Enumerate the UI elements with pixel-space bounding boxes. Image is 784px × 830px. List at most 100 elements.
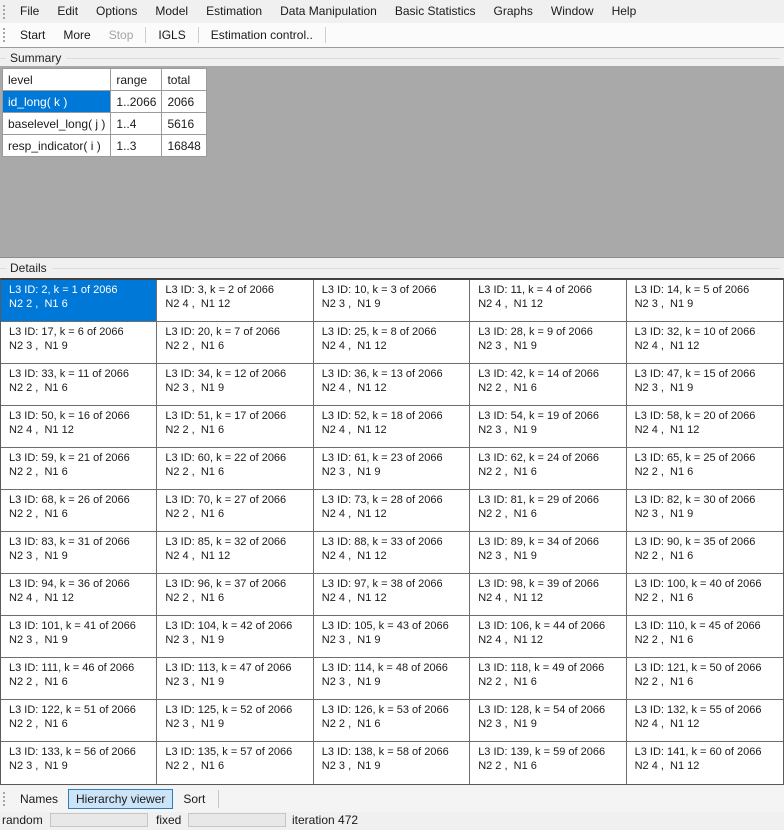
hierarchy-cell[interactable]: L3 ID: 59, k = 21 of 2066N2 2 , N1 6 [1, 448, 157, 490]
cell-line1: L3 ID: 132, k = 55 of 2066 [635, 703, 781, 717]
hierarchy-cell[interactable]: L3 ID: 33, k = 11 of 2066N2 2 , N1 6 [1, 364, 157, 406]
hierarchy-cell[interactable]: L3 ID: 51, k = 17 of 2066N2 2 , N1 6 [157, 406, 313, 448]
cell-line2: N2 2 , N1 6 [9, 381, 154, 395]
hierarchy-cell[interactable]: L3 ID: 126, k = 53 of 2066N2 2 , N1 6 [314, 700, 470, 742]
hierarchy-cell[interactable]: L3 ID: 98, k = 39 of 2066N2 4 , N1 12 [470, 574, 626, 616]
tab-hierarchy-viewer[interactable]: Hierarchy viewer [68, 789, 173, 809]
menu-model[interactable]: Model [146, 0, 197, 23]
summary-cell-range[interactable]: 1..3 [111, 135, 162, 157]
hierarchy-cell[interactable]: L3 ID: 88, k = 33 of 2066N2 4 , N1 12 [314, 532, 470, 574]
hierarchy-cell[interactable]: L3 ID: 70, k = 27 of 2066N2 2 , N1 6 [157, 490, 313, 532]
cell-line1: L3 ID: 62, k = 24 of 2066 [478, 451, 623, 465]
menu-options[interactable]: Options [87, 0, 146, 23]
hierarchy-cell[interactable]: L3 ID: 100, k = 40 of 2066N2 2 , N1 6 [627, 574, 783, 616]
cell-line2: N2 3 , N1 9 [9, 633, 154, 647]
toolbar-more[interactable]: More [54, 28, 99, 42]
hierarchy-cell[interactable]: L3 ID: 34, k = 12 of 2066N2 3 , N1 9 [157, 364, 313, 406]
summary-cell-range[interactable]: 1..2066 [111, 91, 162, 113]
summary-cell-total[interactable]: 2066 [162, 91, 206, 113]
hierarchy-cell[interactable]: L3 ID: 73, k = 28 of 2066N2 4 , N1 12 [314, 490, 470, 532]
summary-cell-total[interactable]: 16848 [162, 135, 206, 157]
hierarchy-cell[interactable]: L3 ID: 61, k = 23 of 2066N2 3 , N1 9 [314, 448, 470, 490]
hierarchy-cell[interactable]: L3 ID: 89, k = 34 of 2066N2 3 , N1 9 [470, 532, 626, 574]
summary-cell-level[interactable]: id_long( k ) [3, 91, 111, 113]
menu-graphs[interactable]: Graphs [485, 0, 542, 23]
menu-edit[interactable]: Edit [48, 0, 87, 23]
hierarchy-cell[interactable]: L3 ID: 81, k = 29 of 2066N2 2 , N1 6 [470, 490, 626, 532]
cell-line1: L3 ID: 25, k = 8 of 2066 [322, 325, 467, 339]
menu-basic-statistics[interactable]: Basic Statistics [386, 0, 485, 23]
hierarchy-cell[interactable]: L3 ID: 90, k = 35 of 2066N2 2 , N1 6 [627, 532, 783, 574]
hierarchy-cell[interactable]: L3 ID: 101, k = 41 of 2066N2 3 , N1 9 [1, 616, 157, 658]
hierarchy-cell[interactable]: L3 ID: 20, k = 7 of 2066N2 2 , N1 6 [157, 322, 313, 364]
hierarchy-cell[interactable]: L3 ID: 60, k = 22 of 2066N2 2 , N1 6 [157, 448, 313, 490]
tab-sort[interactable]: Sort [175, 789, 213, 809]
cell-line2: N2 3 , N1 9 [9, 759, 154, 773]
cell-line2: N2 4 , N1 12 [9, 591, 154, 605]
hierarchy-cell[interactable]: L3 ID: 105, k = 43 of 2066N2 3 , N1 9 [314, 616, 470, 658]
summary-cell-range[interactable]: 1..4 [111, 113, 162, 135]
hierarchy-cell[interactable]: L3 ID: 132, k = 55 of 2066N2 4 , N1 12 [627, 700, 783, 742]
hierarchy-cell[interactable]: L3 ID: 94, k = 36 of 2066N2 4 , N1 12 [1, 574, 157, 616]
menu-window[interactable]: Window [542, 0, 603, 23]
hierarchy-cell[interactable]: L3 ID: 58, k = 20 of 2066N2 4 , N1 12 [627, 406, 783, 448]
hierarchy-cell[interactable]: L3 ID: 139, k = 59 of 2066N2 2 , N1 6 [470, 742, 626, 784]
hierarchy-cell[interactable]: L3 ID: 3, k = 2 of 2066N2 4 , N1 12 [157, 280, 313, 322]
summary-cell-level[interactable]: resp_indicator( i ) [3, 135, 111, 157]
tab-names[interactable]: Names [12, 789, 66, 809]
hierarchy-cell[interactable]: L3 ID: 135, k = 57 of 2066N2 2 , N1 6 [157, 742, 313, 784]
hierarchy-cell[interactable]: L3 ID: 36, k = 13 of 2066N2 4 , N1 12 [314, 364, 470, 406]
hierarchy-cell[interactable]: L3 ID: 113, k = 47 of 2066N2 3 , N1 9 [157, 658, 313, 700]
summary-row-resp-indicator-i[interactable]: resp_indicator( i )1..316848 [3, 135, 207, 157]
hierarchy-cell[interactable]: L3 ID: 114, k = 48 of 2066N2 3 , N1 9 [314, 658, 470, 700]
menu-help[interactable]: Help [603, 0, 646, 23]
hierarchy-cell[interactable]: L3 ID: 106, k = 44 of 2066N2 4 , N1 12 [470, 616, 626, 658]
toolbar-estimation-control[interactable]: Estimation control.. [202, 28, 322, 42]
hierarchy-cell[interactable]: L3 ID: 17, k = 6 of 2066N2 3 , N1 9 [1, 322, 157, 364]
hierarchy-cell[interactable]: L3 ID: 50, k = 16 of 2066N2 4 , N1 12 [1, 406, 157, 448]
hierarchy-cell[interactable]: L3 ID: 62, k = 24 of 2066N2 2 , N1 6 [470, 448, 626, 490]
summary-row-baselevel-long-j[interactable]: baselevel_long( j )1..45616 [3, 113, 207, 135]
hierarchy-cell[interactable]: L3 ID: 28, k = 9 of 2066N2 3 , N1 9 [470, 322, 626, 364]
hierarchy-cell[interactable]: L3 ID: 97, k = 38 of 2066N2 4 , N1 12 [314, 574, 470, 616]
hierarchy-cell[interactable]: L3 ID: 52, k = 18 of 2066N2 4 , N1 12 [314, 406, 470, 448]
estimation-toolbar: StartMoreStopIGLSEstimation control.. [0, 23, 784, 48]
hierarchy-cell[interactable]: L3 ID: 11, k = 4 of 2066N2 4 , N1 12 [470, 280, 626, 322]
hierarchy-cell[interactable]: L3 ID: 85, k = 32 of 2066N2 4 , N1 12 [157, 532, 313, 574]
cell-line1: L3 ID: 52, k = 18 of 2066 [322, 409, 467, 423]
toolbar-igls[interactable]: IGLS [149, 28, 194, 42]
hierarchy-cell[interactable]: L3 ID: 96, k = 37 of 2066N2 2 , N1 6 [157, 574, 313, 616]
cell-line2: N2 2 , N1 6 [478, 507, 623, 521]
hierarchy-cell[interactable]: L3 ID: 141, k = 60 of 2066N2 4 , N1 12 [627, 742, 783, 784]
hierarchy-cell[interactable]: L3 ID: 133, k = 56 of 2066N2 3 , N1 9 [1, 742, 157, 784]
hierarchy-cell[interactable]: L3 ID: 83, k = 31 of 2066N2 3 , N1 9 [1, 532, 157, 574]
hierarchy-cell[interactable]: L3 ID: 14, k = 5 of 2066N2 3 , N1 9 [627, 280, 783, 322]
hierarchy-cell[interactable]: L3 ID: 138, k = 58 of 2066N2 3 , N1 9 [314, 742, 470, 784]
hierarchy-cell[interactable]: L3 ID: 47, k = 15 of 2066N2 3 , N1 9 [627, 364, 783, 406]
hierarchy-cell[interactable]: L3 ID: 25, k = 8 of 2066N2 4 , N1 12 [314, 322, 470, 364]
hierarchy-cell[interactable]: L3 ID: 42, k = 14 of 2066N2 2 , N1 6 [470, 364, 626, 406]
menu-file[interactable]: File [11, 0, 48, 23]
hierarchy-cell[interactable]: L3 ID: 121, k = 50 of 2066N2 2 , N1 6 [627, 658, 783, 700]
menu-data-manipulation[interactable]: Data Manipulation [271, 0, 386, 23]
hierarchy-cell[interactable]: L3 ID: 2, k = 1 of 2066N2 2 , N1 6 [1, 280, 157, 322]
hierarchy-cell[interactable]: L3 ID: 110, k = 45 of 2066N2 2 , N1 6 [627, 616, 783, 658]
hierarchy-cell[interactable]: L3 ID: 65, k = 25 of 2066N2 2 , N1 6 [627, 448, 783, 490]
menu-estimation[interactable]: Estimation [197, 0, 271, 23]
hierarchy-cell[interactable]: L3 ID: 122, k = 51 of 2066N2 2 , N1 6 [1, 700, 157, 742]
hierarchy-cell[interactable]: L3 ID: 111, k = 46 of 2066N2 2 , N1 6 [1, 658, 157, 700]
summary-row-id-long-k[interactable]: id_long( k )1..20662066 [3, 91, 207, 113]
toolbar-items: StartMoreStopIGLSEstimation control.. [11, 27, 329, 43]
hierarchy-cell[interactable]: L3 ID: 10, k = 3 of 2066N2 3 , N1 9 [314, 280, 470, 322]
hierarchy-cell[interactable]: L3 ID: 104, k = 42 of 2066N2 3 , N1 9 [157, 616, 313, 658]
toolbar-start[interactable]: Start [11, 28, 54, 42]
hierarchy-cell[interactable]: L3 ID: 118, k = 49 of 2066N2 2 , N1 6 [470, 658, 626, 700]
hierarchy-cell[interactable]: L3 ID: 68, k = 26 of 2066N2 2 , N1 6 [1, 490, 157, 532]
hierarchy-cell[interactable]: L3 ID: 54, k = 19 of 2066N2 3 , N1 9 [470, 406, 626, 448]
summary-cell-total[interactable]: 5616 [162, 113, 206, 135]
hierarchy-cell[interactable]: L3 ID: 82, k = 30 of 2066N2 3 , N1 9 [627, 490, 783, 532]
hierarchy-cell[interactable]: L3 ID: 128, k = 54 of 2066N2 3 , N1 9 [470, 700, 626, 742]
summary-cell-level[interactable]: baselevel_long( j ) [3, 113, 111, 135]
hierarchy-cell[interactable]: L3 ID: 32, k = 10 of 2066N2 4 , N1 12 [627, 322, 783, 364]
hierarchy-cell[interactable]: L3 ID: 125, k = 52 of 2066N2 3 , N1 9 [157, 700, 313, 742]
